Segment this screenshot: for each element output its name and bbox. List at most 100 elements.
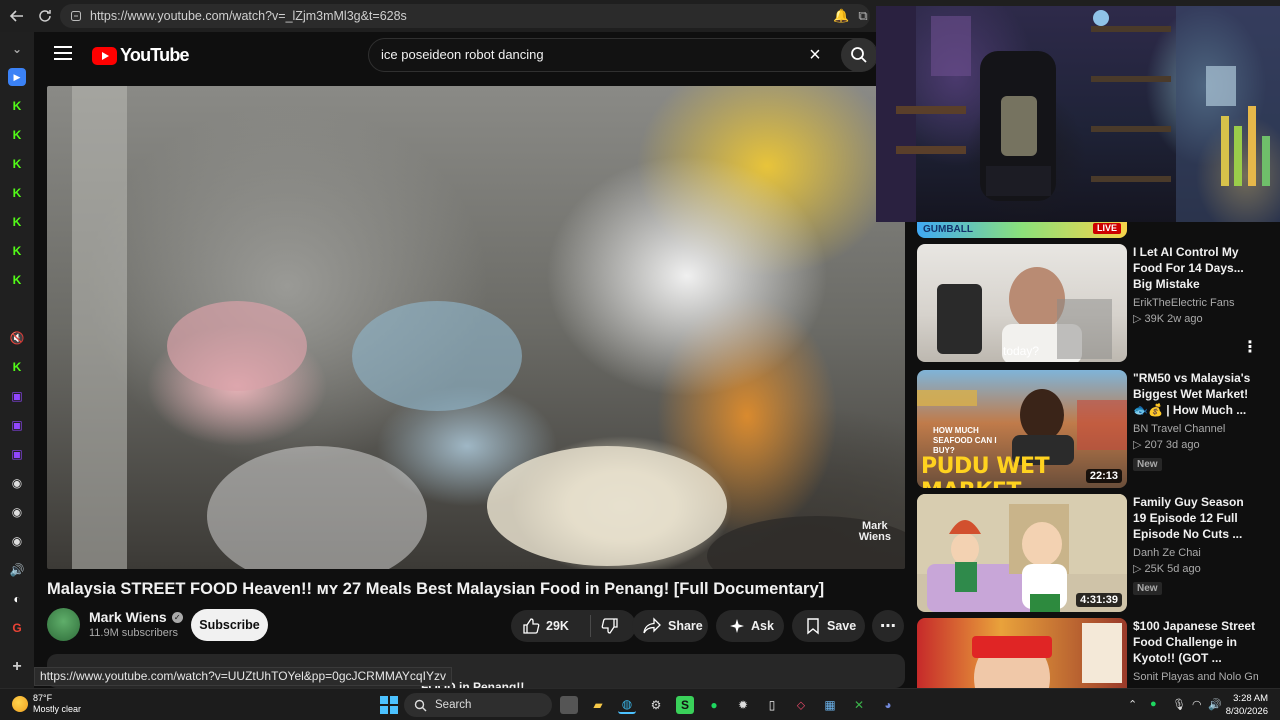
search-button[interactable] (841, 38, 877, 72)
discord-icon[interactable]: ◕ (879, 696, 897, 714)
maps-pin-icon[interactable]: ⬦ (792, 696, 810, 714)
search-icon (414, 699, 427, 711)
photos-icon[interactable]: ▦ (821, 696, 839, 714)
active-tab-icon[interactable]: ▶ (8, 68, 26, 86)
recommendation-card[interactable]: $100 Japanese Street Food Challenge in K… (917, 618, 1262, 688)
card-meta: ▷ 25K 5d ago (1133, 563, 1201, 575)
taskbar: 87°F Mostly clear Search ▰ ◍ ⚙ S ● ✹ ▯ ⬦… (0, 688, 1280, 720)
weather-icon (12, 696, 28, 712)
kick-tab-icon[interactable]: K (8, 271, 26, 289)
card-channel[interactable]: Danh Ze Chai (1133, 546, 1258, 561)
kick-tab-icon[interactable]: K (8, 126, 26, 144)
tab-icon[interactable]: ◉ (8, 474, 26, 492)
new-tab-icon[interactable]: + (8, 658, 26, 676)
live-thumbnail[interactable]: GUMBALL LIVE (917, 222, 1127, 238)
channel-name[interactable]: Mark Wiens ✓ (89, 609, 183, 625)
subscribe-button[interactable]: Subscribe (191, 609, 268, 641)
start-button[interactable] (380, 696, 398, 714)
kick-tab-icon[interactable]: K (8, 213, 26, 231)
recommendations-panel: GUMBALL LIVE today? I Let AI Control My … (905, 222, 1280, 688)
tab-icon[interactable]: ◉ (8, 532, 26, 550)
extensions-icon[interactable]: ⧉ (855, 8, 871, 24)
search-query: ice poseideon robot dancing (381, 47, 544, 62)
card-meta: ▷ 39K 2w ago (1133, 313, 1203, 325)
subscriber-count: 11.9M subscribers (89, 627, 179, 639)
kebab-menu-icon[interactable]: ⋮ (1242, 340, 1258, 356)
url-text: https://www.youtube.com/watch?v=_lZjm3mM… (90, 9, 407, 23)
thumbs-down-icon (601, 618, 618, 634)
chevron-down-icon[interactable]: ⌄ (8, 40, 26, 58)
weather-widget[interactable]: 87°F Mostly clear (12, 693, 81, 715)
like-button[interactable]: 29K (511, 615, 591, 637)
clear-search-icon[interactable]: × (805, 45, 825, 65)
save-button[interactable]: Save (792, 610, 865, 642)
twitch-tab-icon[interactable]: ▣ (8, 445, 26, 463)
system-clock[interactable]: 3:28 AM 8/30/2026 (1226, 692, 1268, 718)
muted-speaker-icon[interactable]: 🔇 (8, 329, 26, 347)
reload-icon[interactable] (34, 5, 56, 27)
youtube-header: YouTube ice poseideon robot dancing × (34, 32, 878, 78)
speaker-icon[interactable]: 🔊 (8, 561, 26, 579)
twitch-tab-icon[interactable]: ▣ (8, 416, 26, 434)
video-thumbnail[interactable]: HOW MUCH SEAFOOD CAN I BUY? PUDU WET MAR… (917, 370, 1127, 488)
edge-icon[interactable]: ◍ (618, 696, 636, 714)
settings-gear-icon[interactable]: ⚙ (647, 696, 665, 714)
kick-tab-icon[interactable]: K (8, 155, 26, 173)
card-channel[interactable]: Sonit Playas and Nolo Gm... (1133, 670, 1258, 685)
menu-icon[interactable] (54, 46, 72, 60)
card-title[interactable]: I Let AI Control My Food For 14 Days... … (1133, 244, 1258, 292)
twitch-tab-icon[interactable]: ▣ (8, 387, 26, 405)
kick-tab-icon[interactable]: K (8, 242, 26, 260)
search-icon (851, 47, 867, 63)
recommendation-card[interactable]: HOW MUCH SEAFOOD CAN I BUY? PUDU WET MAR… (917, 370, 1262, 488)
spotify-tray-icon[interactable]: ● (1150, 698, 1157, 710)
mic-icon[interactable]: 🎙 (1172, 698, 1186, 711)
kick-tab-icon[interactable]: K (8, 358, 26, 376)
volume-icon[interactable]: 🔊 (1208, 698, 1222, 711)
task-view-icon[interactable] (560, 696, 578, 714)
sparkle-icon (730, 619, 744, 633)
dislike-button[interactable] (591, 617, 635, 635)
video-thumbnail[interactable]: today? (917, 244, 1127, 362)
tab-icon[interactable]: ◉ (8, 503, 26, 521)
temperature: 87°F (33, 693, 53, 703)
search-input[interactable]: ice poseideon robot dancing × (368, 38, 878, 72)
kick-tab-icon[interactable]: K (8, 97, 26, 115)
share-button[interactable]: Share (632, 610, 708, 642)
new-badge: New (1133, 582, 1162, 595)
clock-date: 8/30/2026 (1225, 706, 1268, 717)
channel-avatar[interactable] (47, 608, 80, 641)
back-icon[interactable] (6, 5, 28, 27)
wifi-icon[interactable]: ◠ (1192, 698, 1202, 711)
file-explorer-icon[interactable]: ▰ (589, 696, 607, 714)
video-thumbnail[interactable]: 4:31:39 (917, 494, 1127, 612)
more-actions-icon[interactable]: ⋯ (872, 610, 904, 642)
card-title[interactable]: $100 Japanese Street Food Challenge in K… (1133, 618, 1258, 666)
youtube-logo[interactable]: YouTube (92, 45, 190, 66)
google-tab-icon[interactable]: G (8, 619, 26, 637)
ask-button[interactable]: Ask (716, 610, 784, 642)
card-title[interactable]: "RM50 vs Malaysia's Biggest Wet Market! … (1133, 370, 1258, 418)
greenapp-icon[interactable]: S (676, 696, 694, 714)
recommendation-card[interactable]: 4:31:39 Family Guy Season 19 Episode 12 … (917, 494, 1262, 612)
card-channel[interactable]: ErikTheElectric Fans (1133, 296, 1258, 311)
bell-icon[interactable]: 🔔 (833, 8, 849, 24)
notepad-icon[interactable]: ▯ (763, 696, 781, 714)
video-player[interactable]: Mark Wiens (47, 86, 905, 569)
xbox-icon[interactable]: ✕ (850, 696, 868, 714)
spotify-icon[interactable]: ● (705, 696, 723, 714)
taskbar-search[interactable]: Search (404, 693, 552, 717)
card-title[interactable]: Family Guy Season 19 Episode 12 Full Epi… (1133, 494, 1258, 542)
video-duration: 22:13 (1085, 469, 1122, 483)
app-icon[interactable]: ✹ (734, 696, 752, 714)
like-dislike-group: 29K (511, 610, 636, 642)
tab-icon[interactable]: ◐ (8, 590, 26, 608)
thumbs-up-icon (523, 618, 540, 634)
address-bar[interactable]: https://www.youtube.com/watch?v=_lZjm3mM… (60, 4, 870, 28)
card-channel[interactable]: BN Travel Channel (1133, 422, 1258, 437)
video-thumbnail[interactable] (917, 618, 1127, 688)
site-info-icon[interactable] (70, 10, 82, 22)
tray-overflow-icon[interactable]: ⌃ (1128, 698, 1137, 711)
recommendation-card[interactable]: today? I Let AI Control My Food For 14 D… (917, 244, 1262, 362)
kick-tab-icon[interactable]: K (8, 184, 26, 202)
